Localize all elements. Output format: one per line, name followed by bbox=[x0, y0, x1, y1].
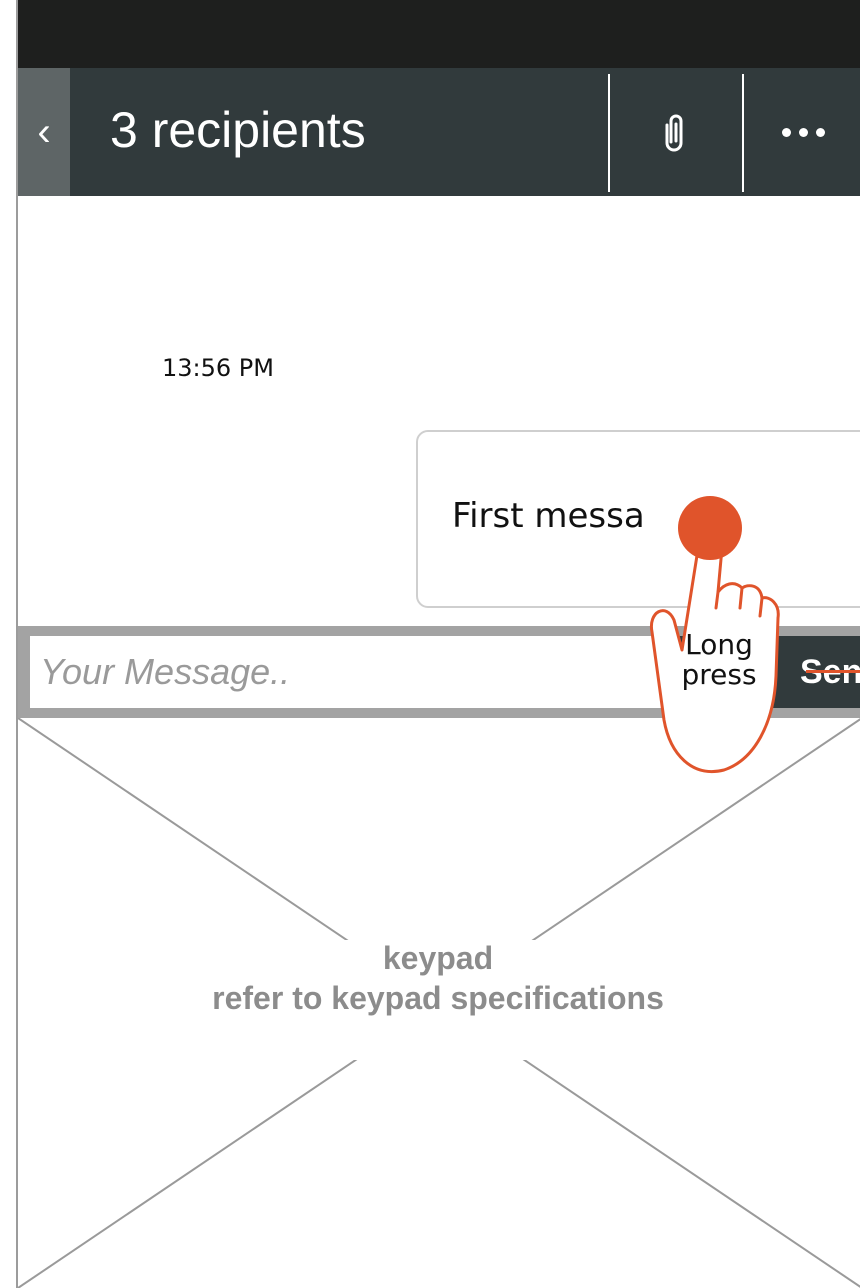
keypad-note: refer to keypad specifications bbox=[212, 980, 664, 1016]
status-bar bbox=[18, 0, 860, 68]
paperclip-icon bbox=[665, 114, 683, 152]
app-header: ‹ 3 recipients bbox=[18, 68, 860, 196]
chevron-left-icon: ‹ bbox=[37, 109, 51, 154]
keypad-placeholder: keypad refer to keypad specifications bbox=[18, 718, 860, 1288]
back-button[interactable]: ‹ bbox=[18, 68, 70, 196]
gesture-label-line2: press bbox=[681, 658, 757, 691]
keypad-label: keypad refer to keypad specifications bbox=[0, 938, 860, 1018]
more-button[interactable] bbox=[744, 68, 860, 196]
attach-button[interactable] bbox=[610, 68, 742, 196]
gesture-label: Long press bbox=[654, 630, 784, 690]
gesture-label-line1: Long bbox=[685, 628, 753, 661]
message-timestamp: 13:56 PM bbox=[162, 354, 274, 382]
page-title: 3 recipients bbox=[110, 102, 366, 158]
more-dots-icon bbox=[781, 127, 825, 137]
message-text: First messa bbox=[452, 496, 645, 536]
touch-point-icon bbox=[678, 496, 742, 560]
keypad-title: keypad bbox=[382, 940, 494, 976]
